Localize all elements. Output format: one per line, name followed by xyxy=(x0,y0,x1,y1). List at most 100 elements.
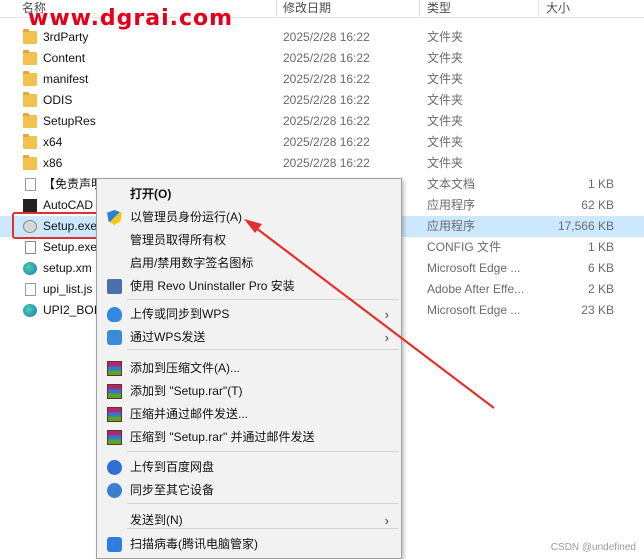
file-size: 1 KB xyxy=(587,240,614,254)
folder-icon xyxy=(23,113,37,128)
column-type[interactable]: 类型 xyxy=(427,0,451,18)
menu-item-label: 以管理员身份运行(A) xyxy=(130,210,242,224)
folder-icon xyxy=(23,155,37,170)
file-row[interactable]: 3rdParty 2025/2/28 16:22 文件夹 xyxy=(0,27,644,48)
menu-item[interactable]: 管理员取得所有权 xyxy=(97,229,401,252)
folder-icon xyxy=(23,92,37,107)
column-divider[interactable] xyxy=(276,0,277,18)
file-date: 2025/2/28 16:22 xyxy=(283,30,370,44)
menu-item-label: 上传到百度网盘 xyxy=(130,460,215,474)
submenu-arrow-icon: › xyxy=(384,513,389,528)
menu-item-label: 压缩到 "Setup.rar" 并通过邮件发送 xyxy=(130,430,315,444)
config-file-icon xyxy=(25,241,36,254)
file-name: Content xyxy=(43,51,86,65)
winrar-icon xyxy=(107,407,122,422)
menu-item-label: 使用 Revo Uninstaller Pro 安装 xyxy=(130,279,295,293)
file-type: 文件夹 xyxy=(427,135,464,149)
winrar-icon xyxy=(107,361,122,376)
menu-separator xyxy=(127,299,399,300)
file-date: 2025/2/28 16:22 xyxy=(283,72,370,86)
file-type: Microsoft Edge ... xyxy=(427,303,521,317)
menu-item[interactable]: 使用 Revo Uninstaller Pro 安装 xyxy=(97,275,401,298)
menu-item-label: 压缩并通过邮件发送... xyxy=(130,407,249,421)
menu-item-label: 打开(O) xyxy=(130,187,172,201)
menu-item[interactable]: 扫描病毒(腾讯电脑管家) xyxy=(97,533,401,556)
folder-icon xyxy=(23,71,37,86)
file-size: 17,566 KB xyxy=(557,219,614,233)
edge-file-icon xyxy=(23,304,37,317)
file-name: upi_list.js xyxy=(43,282,93,296)
submenu-arrow-icon: › xyxy=(384,307,389,322)
file-size: 6 KB xyxy=(587,261,614,275)
menu-item[interactable]: 上传到百度网盘 xyxy=(97,456,401,479)
menu-item[interactable]: 发送到(N) › xyxy=(97,509,401,532)
file-type: 文件夹 xyxy=(427,156,464,170)
menu-separator xyxy=(127,503,399,504)
folder-icon xyxy=(23,29,37,44)
file-row[interactable]: manifest 2025/2/28 16:22 文件夹 xyxy=(0,69,644,90)
column-divider[interactable] xyxy=(419,0,420,18)
file-type: 应用程序 xyxy=(427,198,476,212)
file-name: 3rdParty xyxy=(43,30,89,44)
menu-item-label: 启用/禁用数字签名图标 xyxy=(130,256,254,270)
winrar-icon xyxy=(107,384,122,399)
file-row[interactable]: Content 2025/2/28 16:22 文件夹 xyxy=(0,48,644,69)
menu-item-label: 管理员取得所有权 xyxy=(130,233,227,247)
file-type: 文件夹 xyxy=(427,93,464,107)
menu-item[interactable]: 启用/禁用数字签名图标 xyxy=(97,252,401,275)
wps-cloud-icon xyxy=(107,307,122,322)
file-name: 【免责声明 xyxy=(43,177,104,191)
file-type: 文件夹 xyxy=(427,51,464,65)
file-size: 2 KB xyxy=(587,282,614,296)
file-name: ODIS xyxy=(43,93,73,107)
file-type: 文件夹 xyxy=(427,114,464,128)
file-type: CONFIG 文件 xyxy=(427,240,501,254)
menu-item-label: 通过WPS发送 xyxy=(130,330,206,344)
column-date[interactable]: 修改日期 xyxy=(283,0,331,18)
menu-item-label: 同步至其它设备 xyxy=(130,483,215,497)
file-size: 1 KB xyxy=(587,177,614,191)
file-name: x86 xyxy=(43,156,63,170)
submenu-arrow-icon: › xyxy=(384,330,389,345)
file-date: 2025/2/28 16:22 xyxy=(283,156,370,170)
file-row[interactable]: x64 2025/2/28 16:22 文件夹 xyxy=(0,132,644,153)
file-type: 文本文档 xyxy=(427,177,476,191)
csdn-watermark: CSDN @undefined xyxy=(550,542,636,553)
autocad-app-icon xyxy=(23,199,37,212)
menu-item[interactable]: 添加到 "Setup.rar"(T) xyxy=(97,380,401,403)
menu-item[interactable]: 以管理员身份运行(A) xyxy=(97,206,401,229)
menu-item[interactable]: 压缩到 "Setup.rar" 并通过邮件发送 xyxy=(97,426,401,449)
file-type: 文件夹 xyxy=(427,72,464,86)
menu-item[interactable]: 同步至其它设备 xyxy=(97,479,401,502)
file-name: setup.xm xyxy=(43,261,92,275)
file-name: SetupRes xyxy=(43,114,96,128)
menu-item-label: 上传或同步到WPS xyxy=(130,307,230,321)
winrar-icon xyxy=(107,430,122,445)
uac-shield-icon xyxy=(107,210,122,225)
text-document-icon xyxy=(25,178,36,191)
menu-item[interactable]: 通过WPS发送 › xyxy=(97,326,401,349)
file-row[interactable]: ODIS 2025/2/28 16:22 文件夹 xyxy=(0,90,644,111)
file-date: 2025/2/28 16:22 xyxy=(283,135,370,149)
menu-item-label: 扫描病毒(腾讯电脑管家) xyxy=(130,537,258,551)
file-type: 文件夹 xyxy=(427,30,464,44)
column-size[interactable]: 大小 xyxy=(546,0,570,18)
revo-uninstaller-icon xyxy=(107,279,122,294)
column-divider[interactable] xyxy=(538,0,539,18)
menu-item[interactable]: 打开(O) xyxy=(97,183,401,206)
edge-file-icon xyxy=(23,262,37,275)
menu-item[interactable]: 上传或同步到WPS › xyxy=(97,303,401,326)
js-file-icon xyxy=(25,283,36,296)
menu-item-label: 添加到 "Setup.rar"(T) xyxy=(130,384,243,398)
file-row[interactable]: SetupRes 2025/2/28 16:22 文件夹 xyxy=(0,111,644,132)
menu-item[interactable]: 压缩并通过邮件发送... xyxy=(97,403,401,426)
file-name: manifest xyxy=(43,72,89,86)
file-type: Microsoft Edge ... xyxy=(427,261,521,275)
file-name: x64 xyxy=(43,135,63,149)
folder-icon xyxy=(23,50,37,65)
file-row[interactable]: x86 2025/2/28 16:22 文件夹 xyxy=(0,153,644,174)
menu-item[interactable]: 添加到压缩文件(A)... xyxy=(97,357,401,380)
file-date: 2025/2/28 16:22 xyxy=(283,114,370,128)
menu-item-label: 添加到压缩文件(A)... xyxy=(130,361,240,375)
file-name: Setup.exe xyxy=(43,240,98,254)
